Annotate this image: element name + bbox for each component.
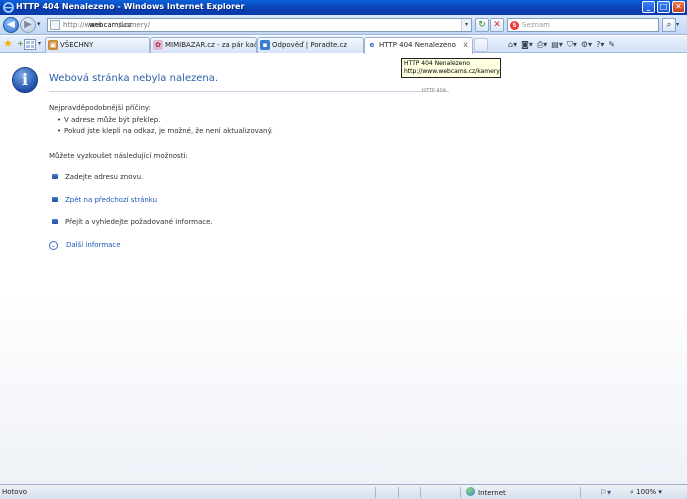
go-back-link[interactable]: Zpět na předchozí stránku <box>65 195 157 205</box>
ie-icon: e <box>369 41 375 49</box>
tab-label: VŠECHNY <box>60 41 94 49</box>
site-icon: ▪ <box>260 40 270 50</box>
search-placeholder: Seznam <box>522 21 550 29</box>
help-icon[interactable]: ?▾ <box>596 38 604 51</box>
tab-mimibazar[interactable]: ✿ MIMIBAZAR.cz - za pár kačk... <box>150 37 257 53</box>
security-zone[interactable]: Internet <box>466 487 506 498</box>
zoom-level: 100% <box>636 488 657 496</box>
safety-icon[interactable]: ⛉▾ <box>567 38 577 51</box>
tab-tooltip: HTTP 404 Nenalezeno http://www.webcams.c… <box>401 58 501 78</box>
stop-button[interactable]: ✕ <box>490 18 504 32</box>
protected-mode-icon[interactable]: ⚐▾ <box>600 487 611 498</box>
tab-list-dropdown-icon[interactable]: ▾ <box>38 40 41 47</box>
tooltip-url: http://www.webcams.cz/kamery/ <box>404 68 501 75</box>
minimize-button[interactable]: _ <box>642 1 655 13</box>
status-text: Hotovo <box>2 488 27 496</box>
status-separator <box>460 487 461 498</box>
url-path: /kamery/ <box>119 21 151 29</box>
quick-tabs-icon[interactable] <box>24 39 36 50</box>
zoom-dropdown-icon[interactable]: ▾ <box>658 488 662 496</box>
more-info-label[interactable]: Další informace <box>66 240 121 250</box>
maximize-button[interactable]: □ <box>657 1 670 13</box>
print-icon[interactable]: ⎙▾ <box>537 38 547 51</box>
tab-http-404[interactable]: e HTTP 404 Nenalezeno x <box>364 37 473 54</box>
tab-vsechny[interactable]: ▣ VŠECHNY <box>45 37 150 53</box>
new-tab-button[interactable] <box>474 38 488 52</box>
bullet-icon <box>52 174 58 179</box>
info-icon: i <box>12 67 38 93</box>
globe-icon <box>466 487 475 496</box>
search-provider-icon: S <box>510 21 519 30</box>
title-bar: HTTP 404 Nenalezeno - Windows Internet E… <box>0 0 687 15</box>
zoom-control[interactable]: ⌕ 100% ▾ <box>630 487 662 498</box>
http-status-code: HTTP 404 <box>422 88 446 94</box>
expand-chevron-icon[interactable]: ⌄ <box>49 241 58 250</box>
page-content: i Webová stránka nebyla nalezena. HTTP 4… <box>0 54 687 484</box>
status-separator <box>580 487 581 498</box>
status-separator <box>375 487 376 498</box>
home-icon[interactable]: ⌂▾ <box>508 38 517 51</box>
search-dropdown-icon[interactable]: ▾ <box>676 18 685 32</box>
options-heading: Můžete vyzkoušet následující možnosti: <box>49 152 188 160</box>
page-icon <box>50 20 60 30</box>
causes-heading: Nejpravděpodobnější příčiny: <box>49 104 151 112</box>
tooltip-title: HTTP 404 Nenalezeno <box>404 60 470 67</box>
cause-item: V adrese může být překlep. <box>57 116 160 124</box>
bullet-icon <box>52 197 58 202</box>
folder-icon: ▣ <box>48 40 58 50</box>
feeds-icon[interactable]: ◙▾ <box>521 38 533 51</box>
back-button[interactable]: ◀ <box>3 17 19 33</box>
page-title: Webová stránka nebyla nalezena. <box>49 73 219 84</box>
status-separator <box>398 487 399 498</box>
history-dropdown-icon[interactable]: ▾ <box>37 20 44 30</box>
tools-icon[interactable]: ⚙▾ <box>581 38 592 51</box>
zone-label: Internet <box>478 489 506 497</box>
page-icon[interactable]: ▤▾ <box>551 38 563 51</box>
cause-item: Pokud jste klepli na odkaz, je možné, že… <box>57 127 273 135</box>
divider <box>49 91 449 92</box>
favorites-star-icon[interactable]: ★ <box>3 38 13 50</box>
site-icon: ✿ <box>153 40 163 50</box>
ie-logo-icon <box>3 2 14 13</box>
search-input[interactable]: S Seznam <box>507 18 659 32</box>
search-button[interactable]: ⌕ <box>662 18 676 32</box>
close-tab-icon[interactable]: x <box>463 38 468 52</box>
refresh-button[interactable]: ↻ <box>475 18 489 32</box>
tab-label: MIMIBAZAR.cz - za pár kačk... <box>165 41 257 49</box>
tab-label: HTTP 404 Nenalezeno <box>379 41 456 49</box>
bullet-icon <box>52 219 58 224</box>
status-bar: Hotovo Internet ⚐▾ ⌕ 100% ▾ <box>0 484 687 499</box>
close-button[interactable]: ✕ <box>672 1 685 13</box>
forward-button[interactable]: ▶ <box>20 17 36 33</box>
address-bar[interactable]: http://www. webcams.cz /kamery/ ▾ <box>47 18 472 32</box>
zoom-icon: ⌕ <box>630 488 634 496</box>
address-dropdown-icon[interactable]: ▾ <box>461 19 471 31</box>
tab-bar: ★ + ▾ ▣ VŠECHNY ✿ MIMIBAZAR.cz - za pár … <box>0 36 687 54</box>
status-separator <box>420 487 421 498</box>
tab-poradte[interactable]: ▪ Odpověď | Poradte.cz <box>257 37 364 53</box>
window-title: HTTP 404 Nenalezeno - Windows Internet E… <box>16 2 245 11</box>
option-text: Zadejte adresu znovu. <box>65 173 144 181</box>
command-bar: ⌂▾ ◙▾ ⎙▾ ▤▾ ⛉▾ ⚙▾ ?▾ ✎ <box>508 38 615 52</box>
tab-label: Odpověď | Poradte.cz <box>272 41 348 49</box>
option-text: Přejít a vyhledejte požadované informace… <box>65 218 213 226</box>
research-icon[interactable]: ✎ <box>608 38 615 51</box>
address-toolbar: ◀ ▶ ▾ http://www. webcams.cz /kamery/ ▾ … <box>0 15 687 35</box>
